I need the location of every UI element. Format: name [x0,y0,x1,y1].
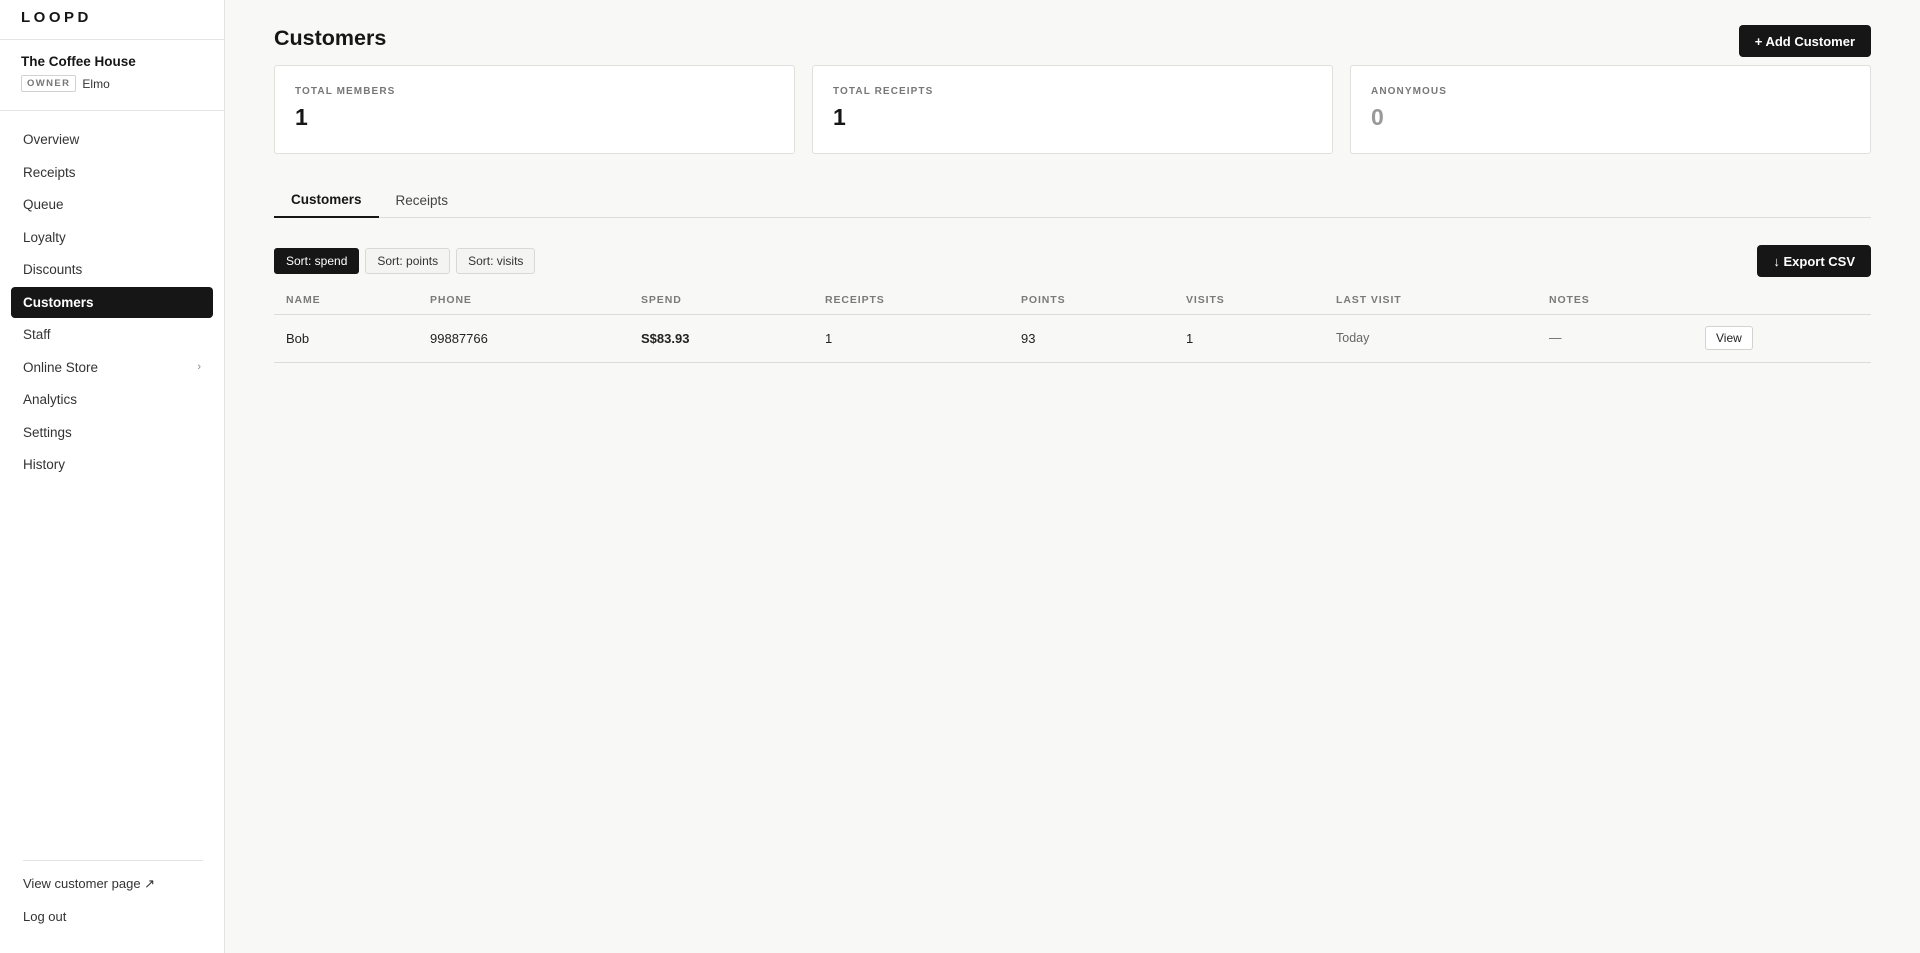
sidebar-item-label: Staff [23,327,51,342]
main-content: Customers + Add Customer TOTAL MEMBERS 1… [225,0,1920,953]
customers-table: NAME PHONE SPEND RECEIPTS POINTS VISITS … [274,287,1871,363]
sidebar-item-label: Customers [23,294,94,310]
column-header-action [1693,287,1871,315]
stat-card-total-receipts: TOTAL RECEIPTS 1 [812,65,1333,154]
table-toolbar: Sort: spend Sort: points Sort: visits ↓ … [274,245,1871,277]
stat-card-anonymous: ANONYMOUS 0 [1350,65,1871,154]
brand-logo: LOOPD [0,0,224,40]
sidebar-item-label: History [23,457,66,472]
stat-value: 1 [833,104,846,130]
sidebar-item-online-store[interactable]: Online Store › [11,352,213,383]
sidebar-item-label: Receipts [23,164,76,180]
stat-value: 0 [1371,104,1384,130]
sidebar-footer: View customer page ↗ Log out [23,860,203,953]
app-root: LOOPD The Coffee House OWNER Elmo Overvi… [0,0,1920,953]
role-badge: OWNER [21,75,77,92]
sidebar-item-queue[interactable]: Queue [11,189,213,220]
table-body: Bob 99887766 S$83.93 1 93 1 Today — View [274,314,1871,363]
store-meta: OWNER Elmo [21,75,224,92]
view-customer-button[interactable]: View [1705,326,1753,350]
stat-label: TOTAL MEMBERS [295,86,396,97]
tab-receipts[interactable]: Receipts [379,183,466,218]
sidebar: LOOPD The Coffee House OWNER Elmo Overvi… [0,0,225,953]
sidebar-item-overview[interactable]: Overview [11,124,213,155]
sidebar-item-label: Analytics [23,392,78,407]
store-info: The Coffee House OWNER Elmo [0,40,224,111]
cell-spend: S$83.93 [629,314,813,363]
user-name: Elmo [82,76,110,91]
column-header-visits: VISITS [1174,287,1324,315]
column-header-notes: NOTES [1537,287,1693,315]
sidebar-item-label: Loyalty [23,229,66,245]
table-header-row: NAME PHONE SPEND RECEIPTS POINTS VISITS … [274,287,1871,315]
cell-visits: 1 [1174,314,1324,363]
cell-action: View [1693,314,1871,363]
page-title: Customers [274,26,387,50]
table-head: NAME PHONE SPEND RECEIPTS POINTS VISITS … [274,287,1871,315]
tab-customers[interactable]: Customers [274,183,379,218]
sidebar-item-settings[interactable]: Settings [11,417,213,448]
logout-link[interactable]: Log out [23,906,203,939]
add-customer-button[interactable]: + Add Customer [1738,25,1871,57]
sidebar-item-discounts[interactable]: Discounts [11,254,213,285]
export-csv-button[interactable]: ↓ Export CSV [1757,245,1871,277]
column-header-phone: PHONE [418,287,629,315]
cell-receipts: 1 [813,314,1009,363]
sidebar-item-receipts[interactable]: Receipts [11,157,213,188]
sidebar-item-label: Queue [23,197,64,212]
sidebar-item-label: Online Store [23,359,99,375]
column-header-receipts: RECEIPTS [813,287,1009,315]
page-header: Customers + Add Customer [274,0,1871,65]
cell-last-visit: Today [1324,314,1537,363]
sidebar-item-label: Overview [23,132,80,147]
stat-label: ANONYMOUS [1371,86,1448,97]
stats-row: TOTAL MEMBERS 1 TOTAL RECEIPTS 1 ANONYMO… [274,65,1871,154]
column-header-spend: SPEND [629,287,813,315]
cell-notes: — [1537,314,1693,363]
tab-bar: Customers Receipts [274,183,1871,218]
sidebar-item-analytics[interactable]: Analytics [11,384,213,415]
sort-spend-button[interactable]: Sort: spend [274,248,360,274]
view-customer-page-link[interactable]: View customer page ↗ [23,873,203,906]
sidebar-item-loyalty[interactable]: Loyalty [11,222,213,253]
table-row: Bob 99887766 S$83.93 1 93 1 Today — View [274,314,1871,363]
stat-card-total-members: TOTAL MEMBERS 1 [274,65,795,154]
cell-name: Bob [274,314,418,363]
sidebar-nav: Overview Receipts Queue Loyalty Discount… [0,111,224,860]
stat-label: TOTAL RECEIPTS [833,86,934,97]
chevron-right-icon: › [197,361,201,373]
sidebar-item-label: Settings [23,424,72,440]
store-name: The Coffee House [21,54,136,69]
sidebar-item-staff[interactable]: Staff [11,319,213,350]
sidebar-item-customers[interactable]: Customers [11,286,213,318]
cell-points: 93 [1009,314,1174,363]
column-header-points: POINTS [1009,287,1174,315]
sidebar-item-history[interactable]: History [11,449,213,480]
stat-value: 1 [295,104,308,130]
column-header-last-visit: LAST VISIT [1324,287,1537,315]
sidebar-item-label: Discounts [23,262,83,277]
sort-points-button[interactable]: Sort: points [365,248,451,274]
sort-visits-button[interactable]: Sort: visits [456,248,536,274]
column-header-name: NAME [274,287,418,315]
cell-phone: 99887766 [418,314,629,363]
